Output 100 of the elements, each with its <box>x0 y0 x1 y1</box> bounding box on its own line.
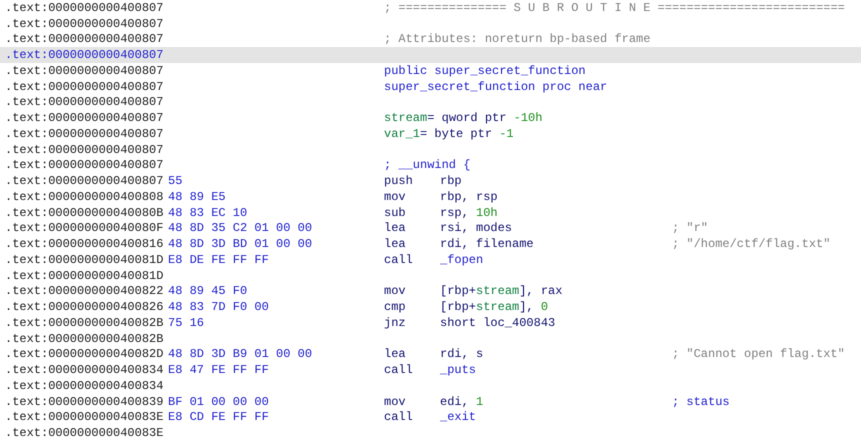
comment-text: ; status <box>672 394 730 409</box>
listing-row[interactable]: .text:0000000000400807 ; =============== S U B R O U T I N E ========================== <box>0 0 861 16</box>
listing-text: ; __unwind { <box>384 158 470 172</box>
address-label: .text:0000000000400807 <box>4 64 164 78</box>
listing-row[interactable]: .text:000000000040082B <box>0 330 861 346</box>
listing-row[interactable]: .text:0000000000400808 48 89 E5 mov rbp, rsp <box>0 189 861 205</box>
mnemonic: push <box>384 174 414 188</box>
listing-row[interactable]: .text:0000000000400807 var_1= byte ptr -1 <box>0 126 861 142</box>
listing-row[interactable]: .text:000000000040083E <box>0 425 861 441</box>
address-label: .text:0000000000400807 <box>4 174 164 188</box>
operand-text: rbp <box>440 174 462 188</box>
address-label: .text:0000000000400807 <box>4 80 164 94</box>
opcode-bytes: E8 CD FE FF FF <box>168 410 270 424</box>
listing-row[interactable]: .text:000000000040082B 75 16 jnz short loc_400843 <box>0 315 861 331</box>
opcode-bytes: 75 16 <box>168 316 206 330</box>
address-label: .text:0000000000400807 <box>4 142 164 157</box>
opcode-bytes: E8 DE FE FF FF <box>168 252 270 267</box>
operand-text: [rbp+stream], 0 <box>440 300 548 314</box>
opcode-bytes: 48 83 7D F0 00 <box>168 300 270 314</box>
opcode-bytes: 48 8D 3D BD 01 00 00 <box>168 237 314 252</box>
listing-row[interactable]: .text:0000000000400807 super_secret_function proc near <box>0 78 861 94</box>
comment-text: ; "r" <box>672 221 708 236</box>
mnemonic: mov <box>384 394 407 409</box>
mnemonic: lea <box>384 221 407 236</box>
listing-row[interactable]: .text:000000000040081D <box>0 268 861 284</box>
listing-row[interactable]: .text:0000000000400807 <box>0 142 861 158</box>
opcode-bytes: 48 89 E5 <box>168 190 227 204</box>
listing-text: public super_secret_function <box>384 64 586 78</box>
listing-row[interactable]: .text:0000000000400839 BF 01 00 00 00 mov edi, 1 ; status <box>0 394 861 410</box>
operand-text: rsi, modes <box>440 221 514 236</box>
address-label: .text:0000000000400807 <box>4 126 164 141</box>
listing-row[interactable]: .text:0000000000400807 public super_secret_function <box>0 63 861 79</box>
address-label: .text:000000000040081D <box>4 252 164 267</box>
opcode-bytes: 48 83 EC 10 <box>168 206 248 220</box>
listing-row[interactable]: .text:0000000000400807 <box>0 47 861 63</box>
listing-text: super_secret_function proc near <box>384 80 608 94</box>
address-label: .text:000000000040082B <box>4 332 164 346</box>
listing-text: ; =============== S U B R O U T I N E ========================== <box>384 0 845 15</box>
listing-row[interactable]: .text:0000000000400822 48 89 45 F0 mov [rbp+stream], rax <box>0 284 861 300</box>
mnemonic: mov <box>384 284 407 298</box>
listing-row[interactable]: .text:000000000040080B 48 83 EC 10 sub rsp, 10h <box>0 204 861 220</box>
listing-row[interactable]: .text:0000000000400807 ; Attributes: noreturn bp-based frame <box>0 32 861 48</box>
address-label: .text:000000000040080B <box>4 206 164 220</box>
address-label: .text:000000000040082B <box>4 316 164 330</box>
operand-text: _puts <box>440 363 476 378</box>
operand-text: rbp, rsp <box>440 190 498 204</box>
listing-row[interactable]: .text:000000000040081D E8 DE FE FF FF call _fopen <box>0 252 861 268</box>
opcode-bytes: 48 8D 3D B9 01 00 00 <box>168 347 314 362</box>
address-label: .text:0000000000400826 <box>4 300 164 314</box>
address-label: .text:0000000000400839 <box>4 394 164 409</box>
opcode-bytes: 48 8D 35 C2 01 00 00 <box>168 221 314 236</box>
address-label: .text:0000000000400807 <box>4 158 164 172</box>
operand-text: edi, 1 <box>440 394 484 409</box>
opcode-bytes: BF 01 00 00 00 <box>168 394 270 409</box>
mnemonic: jnz <box>384 316 407 330</box>
address-label: .text:0000000000400808 <box>4 190 164 204</box>
listing-row[interactable]: .text:0000000000400826 48 83 7D F0 00 cmp [rbp+stream], 0 <box>0 299 861 315</box>
listing-row[interactable]: .text:0000000000400807 55 push rbp <box>0 173 861 189</box>
mnemonic: lea <box>384 347 407 362</box>
listing-text: stream= qword ptr -10h <box>384 111 542 126</box>
listing-row[interactable]: .text:000000000040083E E8 CD FE FF FF call _exit <box>0 410 861 426</box>
address-label: .text:000000000040081D <box>4 268 164 283</box>
opcode-bytes: E8 47 FE FF FF <box>168 363 270 378</box>
operand-text: [rbp+stream], rax <box>440 284 562 298</box>
mnemonic: call <box>384 410 414 424</box>
operand-text: _fopen <box>440 252 484 267</box>
listing-row[interactable]: .text:0000000000400834 <box>0 378 861 394</box>
address-label: .text:0000000000400834 <box>4 363 164 378</box>
listing-row[interactable]: .text:0000000000400807 stream= qword ptr -10h <box>0 110 861 126</box>
mnemonic: mov <box>384 190 407 204</box>
mnemonic: call <box>384 363 414 378</box>
listing-row[interactable]: .text:0000000000400807 <box>0 94 861 110</box>
listing-row[interactable]: .text:0000000000400807 ; __unwind { <box>0 158 861 174</box>
mnemonic: sub <box>384 206 407 220</box>
listing-row[interactable]: .text:000000000040080F 48 8D 35 C2 01 00 00 lea rsi, modes ; "r" <box>0 220 861 236</box>
mnemonic: lea <box>384 237 407 252</box>
opcode-bytes: 55 <box>168 174 184 188</box>
operand-text: short loc_400843 <box>440 316 556 330</box>
listing-text: ; Attributes: noreturn bp-based frame <box>384 32 650 46</box>
mnemonic: cmp <box>384 300 407 314</box>
listing-row[interactable]: .text:0000000000400816 48 8D 3D BD 01 00 00 lea rdi, filename ; "/home/ctf/flag.txt" <box>0 236 861 252</box>
operand-text: _exit <box>440 410 476 424</box>
address-label: .text:0000000000400807 <box>4 0 164 15</box>
operand-text: rsp, 10h <box>440 206 498 220</box>
listing-row[interactable]: .text:0000000000400834 E8 47 FE FF FF call _puts <box>0 362 861 378</box>
address-label: .text:000000000040083E <box>4 426 164 440</box>
comment-text: ; "/home/ctf/flag.txt" <box>672 237 830 252</box>
listing-row[interactable]: .text:000000000040082D 48 8D 3D B9 01 00 00 lea rdi, s ; "Cannot open flag.txt" <box>0 346 861 362</box>
address-label: .text:000000000040082D <box>4 347 164 362</box>
mnemonic: call <box>384 252 414 267</box>
address-label: .text:0000000000400807 <box>4 111 164 126</box>
comment-text: ; "Cannot open flag.txt" <box>672 347 845 362</box>
listing-row[interactable]: .text:0000000000400807 <box>0 16 861 32</box>
address-label: .text:0000000000400807 <box>4 32 164 46</box>
address-label: .text:000000000040080F <box>4 221 164 236</box>
address-label: .text:0000000000400822 <box>4 284 164 298</box>
listing-text: var_1= byte ptr -1 <box>384 126 514 141</box>
operand-text: rdi, s <box>440 347 484 362</box>
address-label: .text:0000000000400807 <box>4 95 164 110</box>
address-label: .text:0000000000400834 <box>4 378 164 393</box>
